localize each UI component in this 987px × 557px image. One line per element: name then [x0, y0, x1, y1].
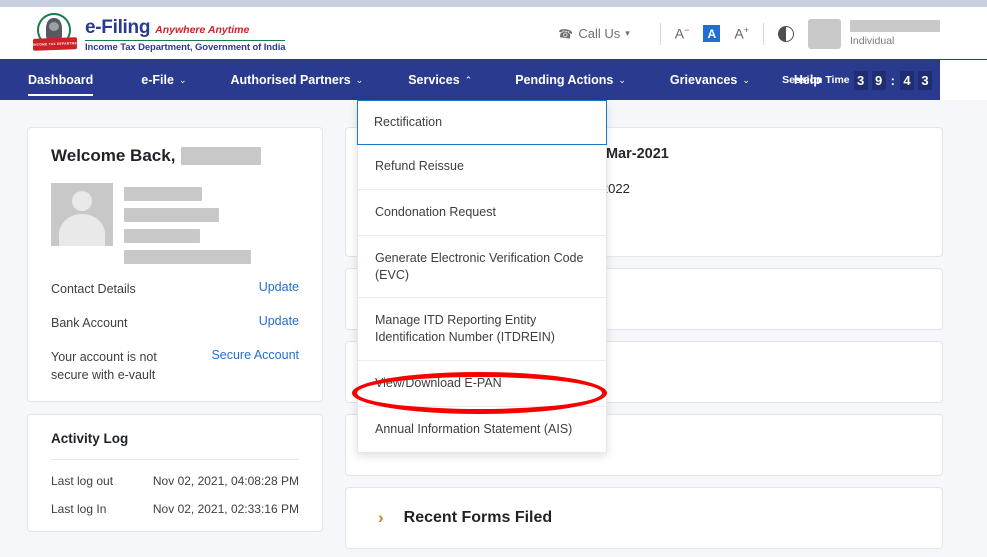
site-header: INCOME TAX DEPARTMENT e-Filing Anywhere … [0, 7, 987, 60]
activity-log-value: Nov 02, 2021, 04:08:28 PM [153, 474, 299, 488]
menu-item-view-download-epan[interactable]: View/Download E-PAN [358, 361, 606, 407]
call-us-label: Call Us [578, 26, 620, 41]
bank-account-update-link[interactable]: Update [259, 314, 299, 328]
activity-log-row: Last log out Nov 02, 2021, 04:08:28 PM [51, 474, 299, 488]
chevron-down-icon: ⌄ [179, 75, 187, 86]
national-emblem-icon: INCOME TAX DEPARTMENT [33, 13, 77, 55]
font-normal-button[interactable]: A [703, 25, 720, 42]
brand-department: Income Tax Department, Government of Ind… [85, 42, 285, 53]
welcome-name-redacted [181, 147, 261, 165]
profile-field-redacted [124, 250, 251, 264]
emblem-ribbon-text: INCOME TAX DEPARTMENT [33, 37, 77, 51]
menu-item-generate-evc[interactable]: Generate Electronic Verification Code (E… [358, 236, 606, 299]
nav-item-grievances[interactable]: Grievances ⌄ [670, 60, 750, 100]
recent-forms-filed-title: Recent Forms Filed [404, 509, 552, 527]
secure-account-link[interactable]: Secure Account [211, 348, 299, 362]
session-digit: 3 [918, 71, 932, 90]
call-us-button[interactable]: ☎ Call Us ▾ [558, 26, 645, 41]
brand-tagline: Anywhere Anytime [155, 24, 249, 36]
services-dropdown-menu: Rectification Refund Reissue Condonation… [357, 100, 607, 453]
brand-divider [85, 40, 285, 42]
chevron-down-icon: ⌄ [356, 75, 364, 86]
profile-field-redacted [124, 229, 200, 243]
welcome-title: Welcome Back, [51, 146, 299, 166]
efiling-dashboard-page: INCOME TAX DEPARTMENT e-Filing Anywhere … [0, 0, 987, 557]
bank-account-row: Bank Account Update [51, 314, 299, 332]
browser-top-strip [0, 0, 987, 7]
evault-row: Your account is not secure with e-vault … [51, 348, 299, 384]
profile-summary [51, 183, 299, 264]
chevron-right-icon: › [378, 508, 384, 528]
menu-item-rectification[interactable]: Rectification [357, 100, 607, 145]
activity-log-title: Activity Log [51, 431, 299, 446]
session-digit: 4 [900, 71, 914, 90]
font-size-controls: A− A A+ [675, 25, 749, 42]
profile-field-redacted [124, 208, 219, 222]
menu-item-refund-reissue[interactable]: Refund Reissue [358, 144, 606, 190]
profile-widget[interactable]: Individual [808, 19, 940, 49]
contact-details-row: Contact Details Update [51, 280, 299, 298]
menu-item-annual-information-statement[interactable]: Annual Information Statement (AIS) [358, 407, 606, 452]
activity-log-row: Last log In Nov 02, 2021, 02:33:16 PM [51, 502, 299, 516]
session-timer-label: Session Time [782, 74, 850, 86]
contact-details-label: Contact Details [51, 280, 136, 298]
nav-item-services[interactable]: Services ⌃ [408, 60, 472, 100]
recent-forms-filed-section[interactable]: › Recent Forms Filed [345, 487, 943, 549]
nav-item-efile[interactable]: e-File ⌄ [141, 60, 186, 100]
activity-log-divider [51, 459, 299, 460]
session-digit: 9 [872, 71, 886, 90]
profile-type-label: Individual [850, 35, 940, 47]
nav-item-dashboard[interactable]: Dashboard [28, 60, 93, 100]
phone-icon: ☎ [557, 26, 574, 42]
header-divider-1 [660, 23, 661, 45]
avatar [808, 19, 841, 49]
activity-log-label: Last log out [51, 474, 113, 488]
activity-log-label: Last log In [51, 502, 106, 516]
brand-title: e-Filing [85, 17, 150, 39]
welcome-card: Welcome Back, Contact Details Update [27, 127, 323, 402]
profile-photo [51, 183, 113, 246]
header-divider-2 [763, 23, 764, 45]
chevron-down-icon: ▾ [625, 28, 630, 39]
chevron-up-icon: ⌃ [465, 75, 473, 86]
activity-log-card: Activity Log Last log out Nov 02, 2021, … [27, 414, 323, 532]
profile-field-redacted [124, 187, 202, 201]
activity-log-value: Nov 02, 2021, 02:33:16 PM [153, 502, 299, 516]
nav-item-pending-actions[interactable]: Pending Actions ⌄ [515, 60, 626, 100]
session-timer: Session Time 3 9 : 4 3 [782, 60, 932, 100]
contact-details-update-link[interactable]: Update [259, 280, 299, 294]
contrast-toggle-icon[interactable] [778, 26, 794, 42]
menu-item-condonation-request[interactable]: Condonation Request [358, 190, 606, 236]
nav-item-authorised-partners[interactable]: Authorised Partners ⌄ [231, 60, 364, 100]
chevron-down-icon: ⌄ [742, 75, 750, 86]
brand-logo[interactable]: INCOME TAX DEPARTMENT e-Filing Anywhere … [33, 13, 285, 55]
header-utilities: ☎ Call Us ▾ A− A A+ Individual [558, 7, 940, 60]
font-increase-button[interactable]: A+ [734, 25, 749, 42]
profile-name-redacted [850, 20, 940, 32]
font-decrease-button[interactable]: A− [675, 25, 690, 42]
chevron-down-icon: ⌄ [618, 75, 626, 86]
session-colon: : [891, 73, 895, 88]
menu-item-manage-itdrein[interactable]: Manage ITD Reporting Entity Identificati… [358, 298, 606, 361]
nav-right-filler [940, 60, 987, 100]
evault-status-label: Your account is not secure with e-vault [51, 348, 161, 384]
bank-account-label: Bank Account [51, 314, 127, 332]
session-digit: 3 [854, 71, 868, 90]
main-navigation: Dashboard e-File ⌄ Authorised Partners ⌄… [0, 60, 940, 100]
